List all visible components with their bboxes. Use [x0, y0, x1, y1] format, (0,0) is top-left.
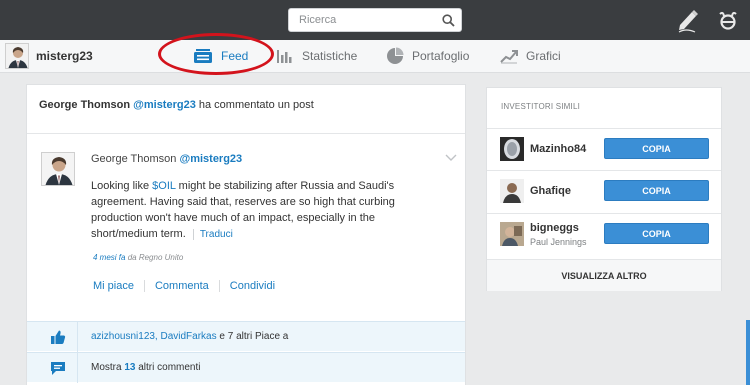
copy-button[interactable]: COPIA	[604, 223, 709, 244]
avatar-photo-icon	[500, 179, 524, 203]
comments-row[interactable]: Mostra 13 altri commenti	[27, 352, 465, 383]
investor-row: Mazinho84 COPIA	[487, 128, 721, 168]
share-button[interactable]: Condividi	[218, 280, 285, 292]
scrollbar-thumb[interactable]	[746, 320, 750, 385]
divider	[77, 322, 78, 352]
chevron-down-icon[interactable]	[445, 154, 457, 162]
comments-suffix: altri commenti	[138, 362, 201, 373]
activity-text: ha commentato un post	[198, 99, 314, 111]
post-time[interactable]: 4 mesi fa	[93, 253, 125, 262]
search-icon[interactable]	[442, 14, 455, 27]
show-more-comments[interactable]: Mostra 13 altri commenti	[91, 362, 201, 373]
investor-name[interactable]: Ghafiqe	[530, 185, 571, 197]
nav-username[interactable]: misterg23	[36, 49, 93, 63]
likes-others-count[interactable]: 7	[228, 331, 234, 342]
avatar[interactable]	[500, 222, 524, 246]
pencil-icon[interactable]	[676, 7, 700, 33]
divider	[77, 353, 78, 383]
post-author-handle[interactable]: @misterg23	[179, 153, 242, 165]
copy-button[interactable]: COPIA	[604, 180, 709, 201]
avatar[interactable]	[500, 137, 524, 161]
likes-row: azizhousni123, DavidFarkas e 7 altri Pia…	[27, 321, 465, 352]
post-author-name[interactable]: George Thomson	[91, 153, 176, 165]
post-card: George Thomson @misterg23 ha commentato …	[26, 84, 466, 385]
line-chart-icon	[500, 50, 518, 64]
activity-header: George Thomson @misterg23 ha commentato …	[39, 99, 314, 111]
translate-link[interactable]: Traduci	[192, 229, 233, 240]
post-actions: Mi piace Commenta Condividi	[93, 280, 285, 292]
panel-title: INVESTITORI SIMILI	[501, 102, 581, 111]
comment-button[interactable]: Commenta	[143, 280, 219, 292]
search-box[interactable]	[288, 8, 462, 32]
avatar-photo-icon	[500, 137, 524, 161]
show-more-button[interactable]: VISUALIZZA ALTRO	[487, 259, 721, 291]
tab-statistiche-label: Statistiche	[302, 49, 358, 63]
bar-chart-icon	[277, 50, 292, 63]
nav-bar: misterg23 Feed Statistiche Portafoglio G…	[0, 40, 750, 73]
post-author-avatar[interactable]	[41, 152, 75, 186]
copy-button[interactable]: COPIA	[604, 138, 709, 159]
pie-chart-icon	[387, 47, 404, 64]
avatar-photo-icon	[42, 153, 74, 185]
likers-link[interactable]: azizhousni123, DavidFarkas	[91, 331, 217, 342]
tab-grafici-label: Grafici	[526, 49, 561, 63]
etoro-logo-icon[interactable]	[716, 8, 740, 32]
avatar-photo-icon	[500, 222, 524, 246]
user-profile-link[interactable]: misterg23	[5, 43, 93, 69]
activity-handle[interactable]: @misterg23	[133, 99, 196, 111]
activity-actor[interactable]: George Thomson	[39, 99, 130, 111]
tab-statistiche[interactable]: Statistiche	[276, 40, 357, 72]
likes-summary: azizhousni123, DavidFarkas e 7 altri Pia…	[91, 331, 288, 342]
feed-highlight-annotation	[158, 33, 274, 75]
tab-grafici[interactable]: Grafici	[500, 40, 561, 72]
post-meta: 4 mesi fa da Regno Unito	[93, 253, 183, 262]
tab-portafoglio[interactable]: Portafoglio	[386, 40, 469, 72]
divider	[27, 133, 465, 134]
investor-row: Ghafiqe COPIA	[487, 170, 721, 210]
avatar[interactable]	[500, 179, 524, 203]
comment-bubble-icon	[51, 362, 65, 375]
avatar[interactable]	[5, 43, 29, 69]
top-bar	[0, 0, 750, 40]
comments-prefix: Mostra	[91, 362, 122, 373]
avatar-photo-icon	[6, 44, 28, 68]
investor-name[interactable]: Mazinho84	[530, 143, 586, 155]
search-input[interactable]	[289, 9, 429, 31]
post-body: Looking like $OIL might be stabilizing a…	[91, 178, 421, 243]
thumbs-up-icon	[51, 330, 66, 344]
post-text-before: Looking like	[91, 180, 153, 192]
likes-suffix: altri Piace a	[236, 331, 289, 342]
similar-investors-panel: INVESTITORI SIMILI Mazinho84 COPIA Ghafi…	[486, 87, 722, 291]
tab-portafoglio-label: Portafoglio	[412, 49, 470, 63]
likes-and: e	[219, 331, 225, 342]
post-location: da Regno Unito	[127, 253, 184, 262]
post-author: George Thomson @misterg23	[91, 153, 242, 165]
like-button[interactable]: Mi piace	[93, 280, 144, 292]
comments-count: 13	[124, 362, 136, 373]
investor-fullname: Paul Jennings	[530, 237, 587, 247]
investor-name[interactable]: bigneggs	[530, 222, 579, 234]
investor-row: bigneggs Paul Jennings COPIA	[487, 213, 721, 253]
ticker-link[interactable]: $OIL	[152, 180, 175, 192]
